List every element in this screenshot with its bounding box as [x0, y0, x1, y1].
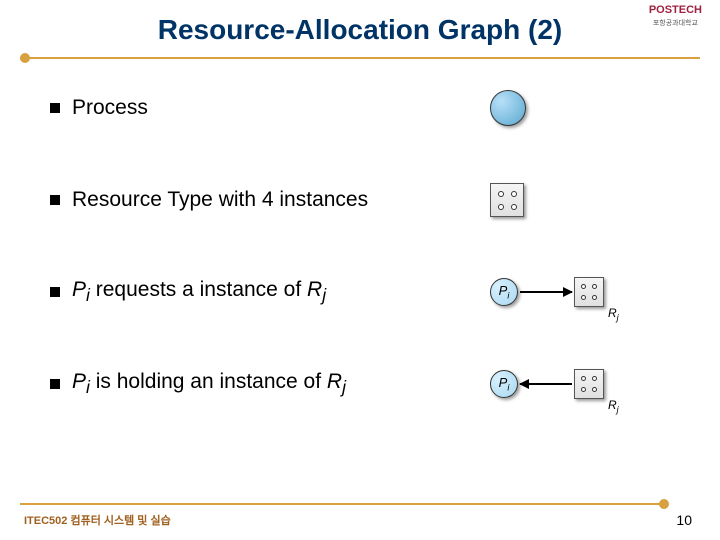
- resource-label: Rj: [608, 398, 619, 414]
- bullet-row-holding: Pi is holding an instance of Rj Pi Rj: [50, 356, 680, 412]
- logo-subtitle: 포항공과대학교: [653, 20, 698, 27]
- process-node-icon: Pi: [490, 278, 518, 306]
- course-code: ITEC502 컴퓨터 시스템 및 실습: [24, 512, 171, 528]
- resource-node-icon: [574, 277, 604, 307]
- resource-label: Rj: [608, 306, 619, 322]
- bullet-text: Pi is holding an instance of Rj: [72, 370, 490, 398]
- bullet-row-resource-type: Resource Type with 4 instances: [50, 172, 680, 228]
- bullet-icon: [50, 379, 60, 389]
- process-circle-icon: [490, 90, 526, 126]
- process-graphic: [490, 80, 680, 136]
- resource-box-icon: [490, 183, 524, 217]
- bullet-row-request: Pi requests a instance of Rj Pi Rj: [50, 264, 680, 320]
- arrow-left-icon: [520, 383, 572, 385]
- bullet-row-process: Process: [50, 80, 680, 136]
- resource-node-icon: [574, 369, 604, 399]
- bullet-icon: [50, 195, 60, 205]
- bullet-icon: [50, 103, 60, 113]
- content-area: Process Resource Type with 4 instances P…: [0, 60, 720, 412]
- resource-graphic: [490, 172, 680, 228]
- process-node-icon: Pi: [490, 370, 518, 398]
- arrow-right-icon: [520, 291, 572, 293]
- bullet-icon: [50, 287, 60, 297]
- page-number: 10: [676, 512, 692, 528]
- bullet-text: Process: [72, 96, 490, 120]
- logo: POSTECH 포항공과대학교: [649, 4, 702, 28]
- bullet-text: Pi requests a instance of Rj: [72, 278, 490, 306]
- footer-rule: [20, 502, 664, 506]
- assignment-edge-graphic: Pi Rj: [490, 356, 680, 412]
- logo-text: POSTECH: [649, 4, 702, 16]
- request-edge-graphic: Pi Rj: [490, 264, 680, 320]
- bullet-text: Resource Type with 4 instances: [72, 188, 490, 212]
- slide-title: Resource-Allocation Graph (2): [0, 0, 720, 56]
